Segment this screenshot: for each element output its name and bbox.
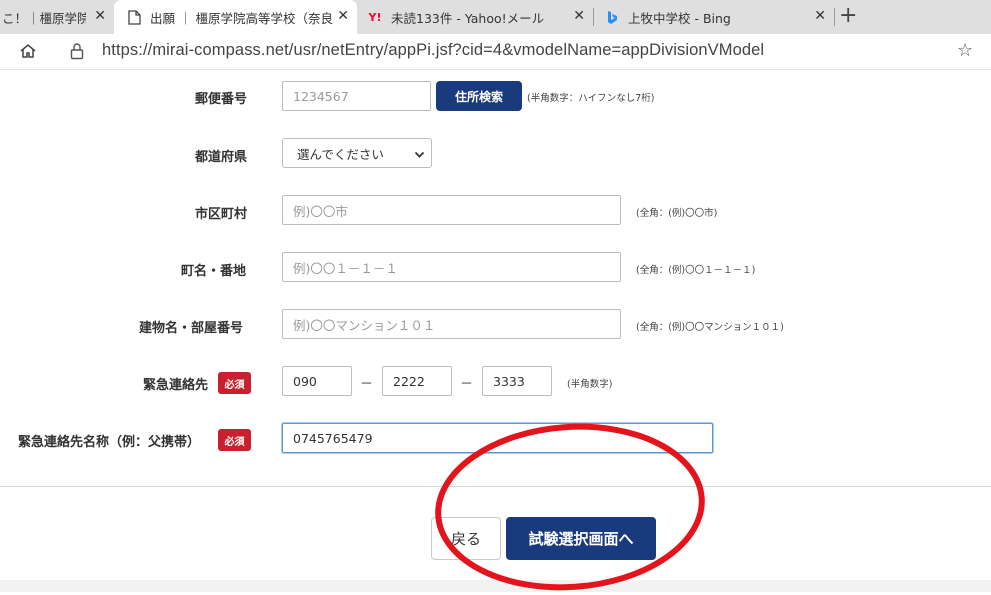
bing-icon (604, 9, 620, 25)
postal-code-label: 郵便番号 (195, 92, 248, 107)
prefecture-select[interactable]: 選んでください (282, 138, 432, 168)
close-tab-icon[interactable]: ✕ (94, 8, 106, 24)
emergency-phone-hint: (半角数字) (567, 379, 613, 390)
footer-strip (0, 580, 991, 592)
application-form-page: 郵便番号 1234567 住所検索 (半角数字：ハイフンなし7桁) 都道府県 選… (0, 70, 991, 592)
page-icon (126, 9, 142, 25)
tab-title: 上牧中学校 - Bing (628, 10, 731, 26)
tab-title: こ！｜橿原学院高 (2, 10, 86, 26)
browser-tab-3[interactable]: Y! 未読133件 - Yahoo!メール ✕ (357, 0, 593, 34)
emergency-contact-name-input[interactable]: 0745765479 (282, 423, 713, 453)
emergency-contact-name-label: 緊急連絡先名称（例：父携帯） (18, 435, 201, 450)
street-hint: (全角：(例)〇〇１－１－１) (636, 265, 756, 276)
city-input[interactable]: 例)〇〇市 (282, 195, 621, 225)
street-input[interactable]: 例)〇〇１－１－１ (282, 252, 621, 282)
building-input[interactable]: 例)〇〇マンション１０１ (282, 309, 621, 339)
emergency-phone-part3[interactable]: 3333 (482, 366, 552, 396)
street-label: 町名・番地 (181, 264, 247, 279)
tab-title: 未読133件 - Yahoo!メール (391, 10, 545, 26)
address-bar: https://mirai-compass.net/usr/netEntry/a… (0, 34, 991, 70)
close-tab-icon[interactable]: ✕ (573, 8, 585, 24)
city-label: 市区町村 (195, 207, 248, 222)
emergency-phone-part2[interactable]: 2222 (382, 366, 452, 396)
emergency-phone-part1[interactable]: 090 (282, 366, 352, 396)
phone-dash: － (460, 377, 474, 392)
url-field[interactable]: https://mirai-compass.net/usr/netEntry/a… (102, 41, 764, 60)
postal-code-hint: (半角数字：ハイフンなし7桁) (527, 93, 655, 104)
favorite-star-icon[interactable]: ☆ (957, 40, 973, 61)
browser-tab-strip: こ！｜橿原学院高 ✕ 出願 ｜ 橿原学院高等学校（奈良 ✕ Y! 未読133件 … (0, 0, 991, 34)
close-tab-icon[interactable]: ✕ (337, 8, 349, 24)
tab-title: 出願 ｜ 橿原学院高等学校（奈良 (150, 10, 333, 26)
lock-icon[interactable] (70, 42, 84, 64)
prefecture-selected-value: 選んでください (297, 146, 384, 162)
building-hint: (全角：(例)〇〇マンション１０１) (636, 322, 784, 333)
browser-tab-1[interactable]: こ！｜橿原学院高 ✕ (0, 0, 114, 34)
postal-code-input[interactable]: 1234567 (282, 81, 431, 111)
browser-tab-4[interactable]: 上牧中学校 - Bing ✕ (594, 0, 834, 34)
yahoo-icon: Y! (368, 10, 382, 24)
chevron-down-icon (414, 148, 425, 163)
home-icon[interactable] (19, 42, 37, 64)
browser-tab-2-active[interactable]: 出願 ｜ 橿原学院高等学校（奈良 ✕ (114, 0, 357, 34)
required-badge: 必須 (218, 372, 251, 394)
new-tab-icon[interactable]: + (839, 3, 857, 28)
back-button[interactable]: 戻る (431, 517, 501, 560)
required-badge: 必須 (218, 429, 251, 451)
address-search-button[interactable]: 住所検索 (436, 81, 522, 111)
tab-separator (834, 8, 835, 26)
section-divider (0, 486, 991, 487)
phone-dash: － (360, 377, 374, 392)
city-hint: (全角：(例)〇〇市) (636, 208, 718, 219)
prefecture-label: 都道府県 (195, 150, 248, 165)
emergency-contact-label: 緊急連絡先 (143, 378, 209, 393)
next-exam-selection-button[interactable]: 試験選択画面へ (506, 517, 656, 560)
close-tab-icon[interactable]: ✕ (814, 8, 826, 24)
building-label: 建物名・部屋番号 (139, 321, 244, 336)
